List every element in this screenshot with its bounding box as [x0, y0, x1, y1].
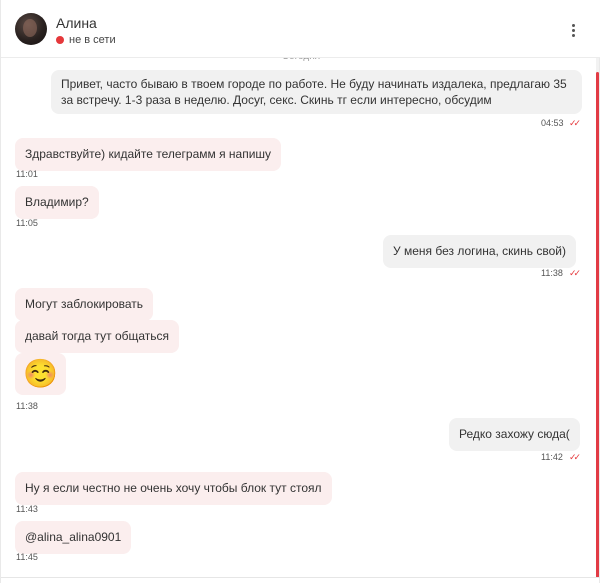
message-text: Здравствуйте) кидайте телеграмм я напишу — [25, 147, 272, 161]
message-text: У меня без логина, скинь свой) — [393, 244, 566, 258]
message-bubble-incoming[interactable]: Ну я если честно не очень хочу чтобы бло… — [15, 472, 332, 505]
message-time: 11:43 — [16, 504, 38, 514]
message-bubble-incoming[interactable]: Могут заблокировать — [15, 288, 154, 321]
message-bubble-emoji[interactable]: ☺️ — [15, 353, 66, 395]
more-vertical-icon[interactable] — [563, 19, 583, 41]
message-time: 04:53 — [541, 118, 564, 128]
message-bubble-incoming[interactable]: Владимир? — [15, 186, 99, 219]
divider — [1, 577, 600, 578]
message-bubble-incoming[interactable]: @alina_alina0901 — [15, 521, 132, 554]
message-bubble-incoming[interactable]: давай тогда тут общаться — [15, 320, 180, 353]
chat-window: Алина не в сети Сегодня Привет, часто бы… — [0, 0, 600, 583]
message-bubble-outgoing[interactable]: Привет, часто бываю в твоем городе по ра… — [51, 70, 582, 114]
message-text: Привет, часто бываю в твоем городе по ра… — [61, 77, 567, 107]
avatar[interactable] — [15, 13, 47, 45]
contact-name[interactable]: Алина — [56, 15, 97, 31]
message-bubble-outgoing[interactable]: Редко захожу сюда( — [449, 418, 580, 451]
read-check-icon: ✓✓ — [569, 268, 581, 278]
message-text: @alina_alina0901 — [25, 530, 122, 544]
message-bubble-outgoing[interactable]: У меня без логина, скинь свой) — [383, 235, 576, 268]
smiling-face-icon: ☺️ — [23, 358, 58, 389]
message-time: 11:45 — [16, 552, 38, 562]
message-time: 11:38 — [16, 401, 38, 411]
message-time: 11:38 — [541, 268, 563, 278]
message-time: 11:42 — [541, 452, 563, 462]
message-time: 11:01 — [16, 169, 38, 179]
message-text: давай тогда тут общаться — [25, 329, 170, 343]
message-text: Владимир? — [25, 195, 89, 209]
read-check-icon: ✓✓ — [569, 452, 581, 462]
message-text: Могут заблокировать — [25, 297, 144, 311]
scrollbar-thumb[interactable] — [596, 72, 599, 578]
message-bubble-incoming[interactable]: Здравствуйте) кидайте телеграмм я напишу — [15, 138, 282, 171]
read-check-icon: ✓✓ — [569, 118, 581, 128]
message-time: 11:05 — [16, 218, 38, 228]
message-text: Редко захожу сюда( — [459, 427, 570, 441]
contact-status: не в сети — [56, 34, 116, 46]
chat-header: Алина не в сети — [1, 0, 600, 58]
status-dot-icon — [56, 36, 64, 44]
status-text: не в сети — [69, 34, 116, 46]
message-text: Ну я если честно не очень хочу чтобы бло… — [25, 481, 322, 495]
